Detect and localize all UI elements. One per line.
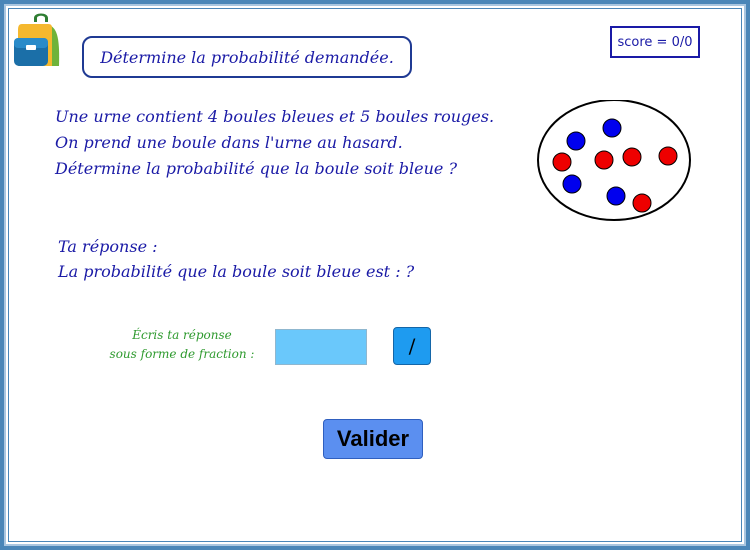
fraction-button-label: / — [408, 334, 416, 358]
urn-illustration — [536, 99, 696, 224]
score-display: score = 0/0 — [610, 26, 700, 58]
red-ball — [632, 193, 652, 213]
answer-line-2: La probabilité que la boule soit bleue e… — [58, 262, 415, 281]
backpack-icon — [12, 12, 62, 70]
fraction-button[interactable]: / — [393, 327, 431, 365]
red-ball — [658, 146, 678, 166]
validate-button-label: Valider — [336, 426, 410, 451]
hint-line-1: Écris ta réponse — [132, 328, 232, 342]
answer-text: Ta réponse : La probabilité que la boule… — [58, 234, 414, 284]
blue-ball — [566, 131, 586, 151]
hint-line-2: sous forme de fraction : — [109, 347, 255, 361]
question-text: Une urne contient 4 boules bleues et 5 b… — [55, 104, 494, 182]
validate-button[interactable]: Valider — [323, 419, 423, 459]
question-line-1: Une urne contient 4 boules bleues et 5 b… — [55, 107, 495, 126]
page-title-text: Détermine la probabilité demandée. — [100, 47, 394, 67]
blue-ball — [562, 174, 582, 194]
red-ball — [622, 147, 642, 167]
fraction-hint: Écris ta réponse sous forme de fraction … — [98, 326, 266, 364]
question-line-3: Détermine la probabilité que la boule so… — [55, 159, 458, 178]
question-line-2: On prend une boule dans l'urne au hasard… — [55, 133, 403, 152]
score-text: score = 0/0 — [617, 34, 693, 50]
page-title: Détermine la probabilité demandée. — [82, 36, 412, 78]
answer-line-1: Ta réponse : — [58, 237, 158, 256]
blue-ball — [606, 186, 626, 206]
blue-ball — [602, 118, 622, 138]
answer-input[interactable] — [275, 329, 367, 365]
red-ball — [552, 152, 572, 172]
red-ball — [594, 150, 614, 170]
